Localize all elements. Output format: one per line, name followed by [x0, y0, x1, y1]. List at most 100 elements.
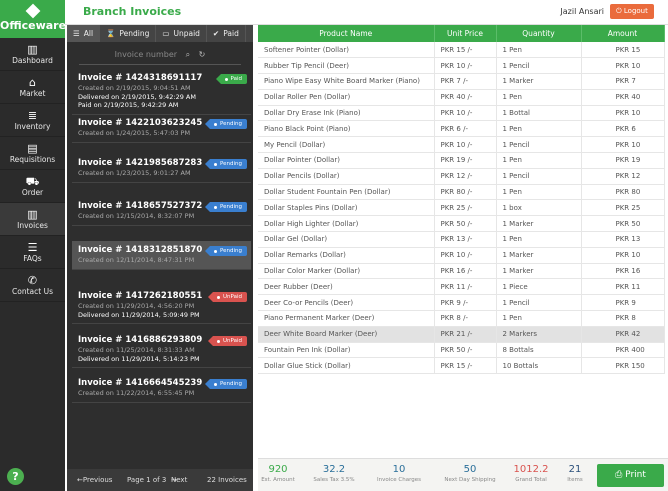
table-row[interactable]: Dollar Pencils (Dollar) PKR 12 /- 1 Pencil…	[258, 168, 665, 185]
sidebar-item-inventory[interactable]: ≣ Inventory	[0, 104, 65, 137]
product-name-cell: Dollar Student Fountain Pen (Dollar)	[258, 184, 435, 201]
invoice-list-item[interactable]: Invoice # 1418657527372 Created on 12/15/…	[72, 197, 251, 226]
table-row[interactable]: Dollar Remarks (Dollar) PKR 10 /- 1 Marker…	[258, 247, 665, 264]
status-badge: Pending	[205, 119, 247, 129]
table-row[interactable]: Deer Co-or Pencils (Deer) PKR 9 /- 1 Penci…	[258, 294, 665, 312]
sidebar-item-dashboard[interactable]: ▥ Dashboard	[0, 38, 65, 71]
stat-value: 920	[268, 464, 288, 475]
table-row[interactable]: Dollar Staples Pins (Dollar) PKR 25 /- 1 b…	[258, 199, 665, 217]
search-icon[interactable]: ⌕	[186, 50, 190, 59]
table-row[interactable]: Deer White Board Marker (Deer) PKR 21 /- 2…	[258, 326, 665, 343]
bank-icon: ⌂	[29, 76, 36, 89]
table-row[interactable]: Piano Wipe Easy White Board Marker (Pian…	[258, 73, 665, 90]
table-row[interactable]: My Pencil (Dollar) PKR 10 /- 1 Pencil PKR 1…	[258, 136, 665, 154]
table-row[interactable]: Piano Black Point (Piano) PKR 6 /- 1 Pen PK…	[258, 120, 665, 138]
previous-button[interactable]: ← Previous	[77, 469, 112, 491]
sidebar-item-market[interactable]: ⌂ Market	[0, 71, 65, 104]
invoice-search[interactable]: Invoice number ⌕ ↻	[79, 45, 241, 65]
amount-cell: PKR 11	[581, 278, 665, 296]
table-row[interactable]: Dollar Color Marker (Dollar) PKR 16 /- 1 M…	[258, 263, 665, 280]
invoice-list-item[interactable]: Invoice # 1422103623245 Created on 1/24/2…	[72, 114, 251, 143]
tab-paid[interactable]: ✔ Paid	[207, 25, 246, 42]
column-header[interactable]: Product Name	[258, 25, 435, 42]
invoice-date-line: Delivered on 11/29/2014, 5:14:23 PM	[78, 354, 200, 363]
sidebar-item-invoices[interactable]: ▥ Invoices	[0, 203, 65, 236]
sidebar-nav: Officeware ▥ Dashboard ⌂ Market ≣ Inventory ▤ R…	[0, 0, 66, 491]
product-name-cell: Dollar Pointer (Dollar)	[258, 152, 435, 169]
sidebar-item-contact-us[interactable]: ✆ Contact Us	[0, 269, 65, 302]
table-row[interactable]: Dollar Roller Pen (Dollar) PKR 40 /- 1 Pen…	[258, 89, 665, 106]
invoices-icon: ▥	[27, 208, 38, 221]
tab-all[interactable]: ☰ All	[67, 25, 101, 42]
product-name-cell: Piano Permanent Marker (Deer)	[258, 310, 435, 327]
unit-price-cell: PKR 21 /-	[434, 326, 497, 343]
sidebar-item-label: Contact Us	[12, 287, 53, 296]
invoice-date-line: Delivered on 2/19/2015, 9:42:29 AM	[78, 92, 196, 101]
summary-stat: 1012.2 Grand Total	[508, 464, 554, 484]
product-name-cell: My Pencil (Dollar)	[258, 136, 435, 154]
search-input[interactable]: Invoice number	[115, 50, 177, 59]
unit-price-cell: PKR 50 /-	[434, 342, 497, 359]
product-name-cell: Piano Black Point (Piano)	[258, 120, 435, 138]
product-name-cell: Deer Co-or Pencils (Deer)	[258, 294, 435, 312]
quantity-cell: 1 Pencil	[496, 294, 582, 312]
unit-price-cell: PKR 8 /-	[434, 310, 497, 327]
product-name-cell: Dollar Color Marker (Dollar)	[258, 263, 435, 280]
status-badge: Pending	[205, 246, 247, 256]
table-row[interactable]: Deer Rubber (Deer) PKR 11 /- 1 Piece PKR 11	[258, 278, 665, 296]
status-label: Pending	[220, 204, 242, 210]
invoice-list-item[interactable]: Invoice # 1417262180551 Created on 11/29/…	[72, 287, 251, 324]
amount-cell: PKR 16	[581, 263, 665, 280]
table-row[interactable]: Dollar Dry Erase Ink (Piano) PKR 10 /- 1 B…	[258, 105, 665, 122]
table-row[interactable]: Dollar Student Fountain Pen (Dollar) PKR …	[258, 184, 665, 201]
paid-filter-icon: ✔	[212, 29, 220, 38]
tab-label: Unpaid	[173, 29, 200, 38]
sidebar-item-order[interactable]: ⛟ Order	[0, 170, 65, 203]
help-icon[interactable]: ?	[7, 468, 24, 485]
table-row[interactable]: Piano Permanent Marker (Deer) PKR 8 /- 1 P…	[258, 310, 665, 327]
quantity-cell: 1 Pen	[496, 120, 582, 138]
invoice-list-item[interactable]: Invoice # 1424318691117 Created on 2/19/2…	[72, 69, 251, 115]
invoice-list-item[interactable]: Invoice # 1416664545239 Created on 11/22/…	[72, 374, 251, 403]
user-name[interactable]: Jazil Ansari	[560, 7, 604, 16]
table-row[interactable]: Dollar Glue Stick (Dollar) PKR 15 /- 10 Bo…	[258, 357, 665, 375]
badge-hole-icon	[214, 205, 217, 209]
next-button[interactable]: Next →	[171, 469, 187, 491]
logout-button[interactable]: ⏻ Logout	[610, 4, 654, 19]
invoice-list-item[interactable]: Invoice # 1418312851870 Created on 12/11/…	[72, 241, 251, 270]
brand-logo[interactable]: Officeware	[0, 0, 66, 38]
invoice-date-line: Created on 1/24/2015, 5:47:03 PM	[78, 129, 191, 137]
tab-pending[interactable]: ⌛ Pending	[100, 25, 157, 42]
table-row[interactable]: Softener Pointer (Dollar) PKR 15 /- 1 Pen P…	[258, 42, 665, 59]
invoice-list-item[interactable]: Invoice # 1416886293809 Created on 11/25/…	[72, 331, 251, 368]
invoice-count: 22 Invoices	[207, 476, 247, 484]
table-row[interactable]: Dollar High Lighter (Dollar) PKR 50 /- 1 M…	[258, 215, 665, 233]
amount-cell: PKR 10	[581, 247, 665, 264]
unit-price-cell: PKR 10 /-	[434, 57, 497, 75]
table-row[interactable]: Rubber Tip Pencil (Deer) PKR 10 /- 1 Penci…	[258, 57, 665, 75]
cube-logo-icon	[25, 3, 40, 19]
table-row[interactable]: Dollar Gel (Dollar) PKR 13 /- 1 Pen PKR 13	[258, 231, 665, 248]
sidebar-item-requisitions[interactable]: ▤ Requisitions	[0, 137, 65, 170]
tab-unpaid[interactable]: ▭ Unpaid	[156, 25, 207, 42]
invoice-date-line: Paid on 2/19/2015, 9:42:29 AM	[78, 101, 179, 109]
table-row[interactable]: Fountain Pen Ink (Dollar) PKR 50 /- 8 Bott…	[258, 342, 665, 359]
product-name-cell: Deer White Board Marker (Deer)	[258, 326, 435, 343]
quantity-cell: 1 Pen	[496, 42, 582, 59]
amount-cell: PKR 10	[581, 105, 665, 122]
status-badge: Pending	[205, 202, 247, 212]
refresh-icon[interactable]: ↻	[199, 50, 206, 59]
amount-cell: PKR 40	[581, 89, 665, 106]
invoice-list-item[interactable]: Invoice # 1421985687283 Created on 1/23/2…	[72, 154, 251, 183]
sidebar-item-faqs[interactable]: ☰ FAQs	[0, 236, 65, 269]
column-header[interactable]: Amount	[581, 25, 665, 42]
quantity-cell: 1 Marker	[496, 215, 582, 233]
column-header[interactable]: Quantity	[496, 25, 582, 42]
column-header[interactable]: Unit Price	[434, 25, 497, 42]
table-row[interactable]: Dollar Pointer (Dollar) PKR 19 /- 1 Pen PKR…	[258, 152, 665, 169]
unit-price-cell: PKR 25 /-	[434, 199, 497, 217]
sidebar-item-label: Requisitions	[9, 155, 56, 164]
product-name-cell: Dollar Roller Pen (Dollar)	[258, 89, 435, 106]
print-button[interactable]: ⎙ Print	[597, 464, 664, 487]
amount-cell: PKR 9	[581, 294, 665, 312]
